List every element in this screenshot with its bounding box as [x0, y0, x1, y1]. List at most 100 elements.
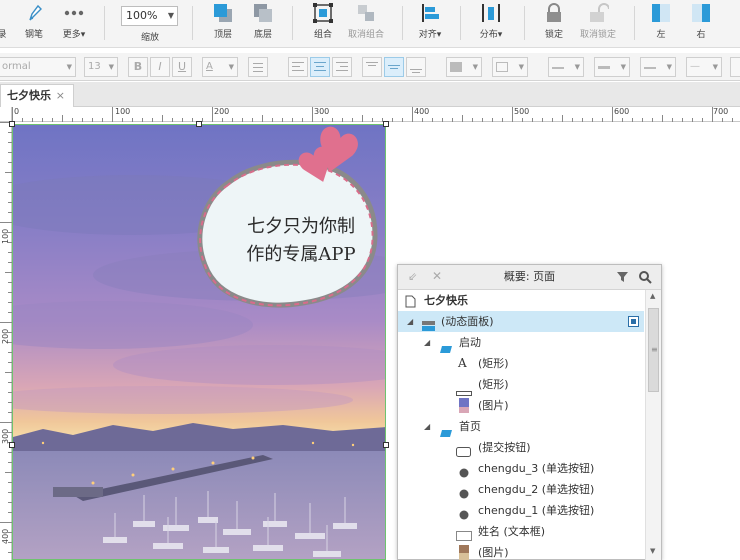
outline-row-label: 姓名 (文本框) [478, 525, 546, 538]
bring-to-front-button[interactable]: 顶层 [208, 2, 238, 40]
fill-color-picker[interactable]: ▼ [446, 57, 482, 77]
align-top-text-button[interactable] [362, 57, 382, 77]
line-color-picker[interactable]: ▼ [548, 57, 584, 77]
main-toolbar: 录 钢笔 更多▾ 100% ▼ 缩放 顶层 底层 组合 取消组合 对齐▾ 分布▾… [0, 0, 740, 48]
bullet-list-button[interactable] [248, 57, 268, 77]
bold-button[interactable]: B [128, 57, 148, 77]
font-size-select[interactable]: 13 ▼ [84, 57, 118, 77]
line-width-picker[interactable]: ▼ [594, 57, 630, 77]
outline-row-label: 启动 [459, 336, 481, 349]
vertical-ruler[interactable]: 100 200 300 400 [0, 122, 12, 560]
group-button[interactable]: 组合 [308, 2, 338, 40]
more-button[interactable]: 更多▾ [58, 2, 90, 40]
toggle-right-panel-button[interactable]: 右 [688, 2, 714, 40]
close-icon[interactable]: × [56, 85, 65, 107]
horizontal-ruler[interactable]: 0 100 200 300 400 500 600 700 [12, 107, 740, 122]
distribute-label: 分布▾ [479, 30, 503, 40]
chevron-down-icon: ▼ [472, 63, 478, 71]
outline-row-rect[interactable]: (矩形) [398, 374, 644, 396]
outline-row-image[interactable]: (图片) [398, 395, 644, 416]
group-label: 组合 [313, 30, 332, 40]
outline-row-label: (矩形) [478, 357, 509, 370]
toolbar-divider [104, 6, 105, 40]
filter-icon[interactable] [616, 270, 630, 287]
outline-row-image-2[interactable]: (图片) [398, 542, 644, 560]
visibility-toggle[interactable] [628, 316, 639, 327]
outline-row-label: (图片) [478, 546, 509, 559]
ruler-label: 400 [414, 107, 430, 116]
more-format-button[interactable] [730, 57, 740, 77]
left-panel-label: 左 [656, 30, 666, 40]
align-left-text-button[interactable] [288, 57, 308, 77]
grip-icon: ≡ [651, 345, 658, 354]
toolbar-divider [192, 6, 193, 40]
pen-icon [23, 2, 45, 24]
toolbar-divider [524, 6, 525, 40]
chevron-down-icon: ▼ [66, 63, 72, 71]
outline-row-dynamic-panel[interactable]: ◢ (动态面板) [398, 311, 644, 332]
lock-button[interactable]: 锁定 [540, 2, 568, 40]
record-button[interactable]: 录 [0, 2, 10, 40]
outline-row-state-start[interactable]: ◢ 启动 [398, 332, 644, 353]
underline-button[interactable]: U [172, 57, 192, 77]
toggle-left-panel-button[interactable]: 左 [648, 2, 674, 40]
bubble-text[interactable]: 七夕只为你制 作的专属APP [221, 213, 381, 269]
align-right-text-button[interactable] [332, 57, 352, 77]
outline-row-textbox[interactable]: 姓名 (文本框) [398, 521, 644, 542]
ruler-label: 600 [614, 107, 630, 116]
zoom-select[interactable]: 100% ▼ [121, 6, 178, 26]
scrollbar-thumb[interactable]: ≡ [648, 308, 659, 392]
resize-handle-tl[interactable] [9, 121, 15, 127]
align-bottom-text-button[interactable] [406, 57, 426, 77]
arrow-style-icon: — [690, 61, 700, 72]
resize-handle-right[interactable] [383, 442, 389, 448]
line-style-icon [644, 67, 656, 69]
ruler-label: 200 [214, 107, 230, 116]
record-icon [0, 2, 16, 24]
font-style-select[interactable]: ormal ▼ [0, 57, 76, 77]
resize-handle-left[interactable] [9, 442, 15, 448]
scroll-down-icon[interactable]: ▼ [650, 547, 655, 555]
shadow-picker[interactable]: ▼ [492, 57, 528, 77]
distribute-button[interactable]: 分布▾ [474, 2, 508, 40]
resize-handle-tr[interactable] [383, 121, 389, 127]
outline-row-radio-3[interactable]: chengdu_3 (单选按钮) [398, 458, 644, 479]
search-icon[interactable] [638, 270, 652, 287]
group-icon [312, 2, 334, 24]
outline-row-submit-button[interactable]: (提交按钮) [398, 437, 644, 458]
outline-panel: ⇙ ✕ 概要: 页面 七夕快乐 ◢ (动态面板) ◢ 启动 A (矩形) (矩形… [397, 264, 662, 560]
expand-triangle-icon[interactable]: ◢ [424, 416, 430, 437]
align-middle-text-button[interactable] [384, 57, 404, 77]
line-style-picker[interactable]: ▼ [640, 57, 676, 77]
expand-triangle-icon[interactable]: ◢ [424, 332, 430, 353]
outline-row-state-home[interactable]: ◢ 首页 [398, 416, 644, 437]
line-width-icon [598, 66, 610, 69]
chevron-down-icon: ▼ [620, 63, 626, 71]
outline-scrollbar[interactable]: ▲ ≡ ▼ [645, 290, 661, 560]
resize-handle-top[interactable] [196, 121, 202, 127]
chevron-down-icon: ▼ [108, 63, 114, 71]
ungroup-button[interactable]: 取消组合 [344, 2, 388, 40]
align-button[interactable]: 对齐▾ [414, 2, 446, 40]
expand-triangle-icon[interactable]: ◢ [407, 311, 413, 332]
unlock-button[interactable]: 取消锁定 [576, 2, 620, 40]
pen-button[interactable]: 钢笔 [20, 2, 48, 40]
send-to-back-button[interactable]: 底层 [248, 2, 278, 40]
align-center-text-button[interactable] [310, 57, 330, 77]
dynamic-panel-image[interactable]: 七夕只为你制 作的专属APP [12, 124, 386, 560]
outline-row-page[interactable]: 七夕快乐 [398, 290, 644, 311]
outline-row-radio-1[interactable]: chengdu_1 (单选按钮) [398, 500, 644, 521]
chevron-down-icon: ▼ [518, 63, 524, 71]
zoom-label-wrap: 缩放 [132, 30, 168, 43]
text-color-icon: A [206, 61, 213, 72]
toolbar-divider [460, 6, 461, 40]
outline-row-radio-2[interactable]: chengdu_2 (单选按钮) [398, 479, 644, 500]
arrow-style-picker[interactable]: — ▼ [686, 57, 722, 77]
ruler-label: 100 [115, 107, 131, 116]
outline-row-text-rect[interactable]: A (矩形) [398, 353, 644, 374]
italic-button[interactable]: I [150, 57, 170, 77]
text-color-picker[interactable]: A ▼ [202, 57, 238, 77]
outline-row-label: (图片) [478, 399, 509, 412]
scroll-up-icon[interactable]: ▲ [650, 292, 655, 300]
tab-qixi-kuaile[interactable]: 七夕快乐 × [0, 84, 74, 107]
